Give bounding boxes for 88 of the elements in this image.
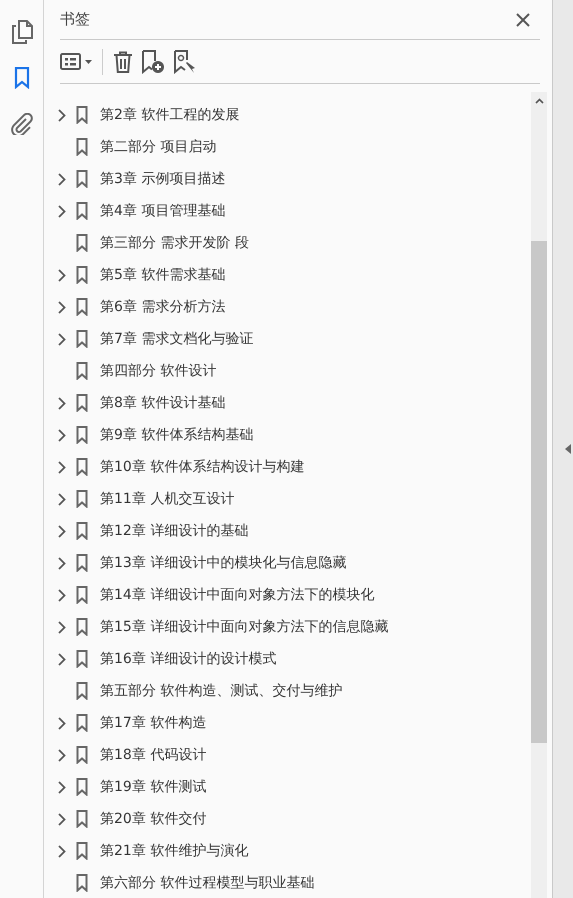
bookmark-icon: [76, 650, 88, 668]
expand-chevron-icon[interactable]: [58, 716, 66, 730]
bookmark-icon: [76, 426, 88, 444]
expand-chevron-icon[interactable]: [58, 780, 66, 794]
bookmark-item[interactable]: 第15章 详细设计中面向对象方法下的信息隐藏: [100, 618, 388, 636]
bookmark-icon: [76, 394, 88, 412]
bookmark-item[interactable]: 第19章 软件测试: [100, 778, 206, 796]
expand-chevron-icon[interactable]: [58, 620, 66, 634]
attachments-tab[interactable]: [8, 110, 34, 138]
expand-chevron-icon[interactable]: [58, 332, 66, 346]
expand-chevron-icon[interactable]: [58, 108, 66, 122]
bookmark-item[interactable]: 第17章 软件构造: [100, 714, 206, 732]
pages-icon: [10, 20, 32, 44]
bookmark-icon: [76, 106, 88, 124]
bookmark-item[interactable]: 第21章 软件维护与演化: [100, 842, 248, 860]
bookmark-icon: [76, 874, 88, 892]
bookmark-icon: [76, 586, 88, 604]
bookmark-item[interactable]: 第3章 示例项目描述: [100, 170, 226, 188]
expand-chevron-icon[interactable]: [58, 748, 66, 762]
bookmark-icon: [76, 234, 88, 252]
bookmark-item[interactable]: 第13章 详细设计中的模块化与信息隐藏: [100, 554, 346, 572]
bookmark-icon: [76, 458, 88, 476]
expand-chevron-icon[interactable]: [58, 588, 66, 602]
scroll-up-icon[interactable]: [535, 98, 544, 104]
bookmark-icon: [76, 490, 88, 508]
bookmark-item[interactable]: 第14章 详细设计中面向对象方法下的模块化: [100, 586, 374, 604]
bookmark-icon: [76, 554, 88, 572]
expand-chevron-icon[interactable]: [58, 172, 66, 186]
bookmark-item[interactable]: 第18章 代码设计: [100, 746, 206, 764]
bookmark-item[interactable]: 第三部分 需求开发阶 段: [100, 234, 249, 252]
paperclip-icon: [10, 113, 32, 135]
expand-chevron-icon[interactable]: [58, 524, 66, 538]
bookmark-icon: [76, 330, 88, 348]
bookmark-icon: [76, 170, 88, 188]
expand-chevron-icon[interactable]: [58, 556, 66, 570]
bookmark-item[interactable]: 第2章 软件工程的发展: [100, 106, 240, 124]
bookmark-icon: [14, 67, 30, 89]
close-icon: [516, 12, 530, 26]
bookmark-item[interactable]: 第四部分 软件设计: [100, 362, 216, 380]
collapse-arrow-icon[interactable]: [565, 444, 571, 454]
bookmark-icon: [76, 618, 88, 636]
bookmark-item[interactable]: 第五部分 软件构造、测试、交付与维护: [100, 682, 342, 700]
bookmark-icon: [76, 202, 88, 220]
bookmark-icon: [76, 682, 88, 700]
bookmark-item[interactable]: 第4章 项目管理基础: [100, 202, 226, 220]
bookmark-cursor-button[interactable]: [173, 50, 197, 74]
expand-chevron-icon[interactable]: [58, 652, 66, 666]
add-bookmark-button[interactable]: [141, 50, 165, 74]
bookmark-icon: [76, 298, 88, 316]
bookmark-icon: [76, 714, 88, 732]
bookmark-item[interactable]: 第9章 软件体系结构基础: [100, 426, 254, 444]
close-button[interactable]: [514, 10, 532, 28]
bookmark-item[interactable]: 第7章 需求文档化与验证: [100, 330, 254, 348]
bookmark-item[interactable]: 第10章 软件体系结构设计与构建: [100, 458, 304, 476]
expand-chevron-icon[interactable]: [58, 396, 66, 410]
expand-chevron-icon[interactable]: [58, 812, 66, 826]
trash-icon: [113, 50, 133, 72]
expand-chevron-icon[interactable]: [58, 460, 66, 474]
bookmark-item[interactable]: 第11章 人机交互设计: [100, 490, 234, 508]
bookmark-item[interactable]: 第16章 详细设计的设计模式: [100, 650, 276, 668]
bookmark-pointer-icon: [173, 50, 197, 74]
expand-chevron-icon[interactable]: [58, 844, 66, 858]
expand-chevron-icon[interactable]: [58, 300, 66, 314]
delete-button[interactable]: [113, 50, 133, 72]
bookmark-icon: [76, 810, 88, 828]
bookmark-item[interactable]: 第六部分 软件过程模型与职业基础: [100, 874, 314, 892]
bookmark-item[interactable]: 第20章 软件交付: [100, 810, 206, 828]
scrollbar-thumb[interactable]: [531, 241, 547, 743]
scrollbar[interactable]: [531, 92, 547, 898]
bookmark-item[interactable]: 第8章 软件设计基础: [100, 394, 226, 412]
bookmark-item[interactable]: 第5章 软件需求基础: [100, 266, 226, 284]
bookmark-icon: [76, 746, 88, 764]
panel-title: 书签: [60, 10, 90, 29]
bookmark-item[interactable]: 第12章 详细设计的基础: [100, 522, 248, 540]
options-button[interactable]: [60, 52, 92, 70]
expand-chevron-icon[interactable]: [58, 428, 66, 442]
bookmark-plus-icon: [141, 50, 165, 74]
bookmark-item[interactable]: 第二部分 项目启动: [100, 138, 216, 156]
expand-chevron-icon[interactable]: [58, 268, 66, 282]
bookmark-icon: [76, 362, 88, 380]
expand-chevron-icon[interactable]: [58, 204, 66, 218]
bookmark-icon: [76, 842, 88, 860]
expand-chevron-icon[interactable]: [58, 492, 66, 506]
bookmark-icon: [76, 138, 88, 156]
bookmark-icon: [76, 778, 88, 796]
bookmark-icon: [76, 266, 88, 284]
bookmark-item[interactable]: 第6章 需求分析方法: [100, 298, 226, 316]
bookmark-icon: [76, 522, 88, 540]
